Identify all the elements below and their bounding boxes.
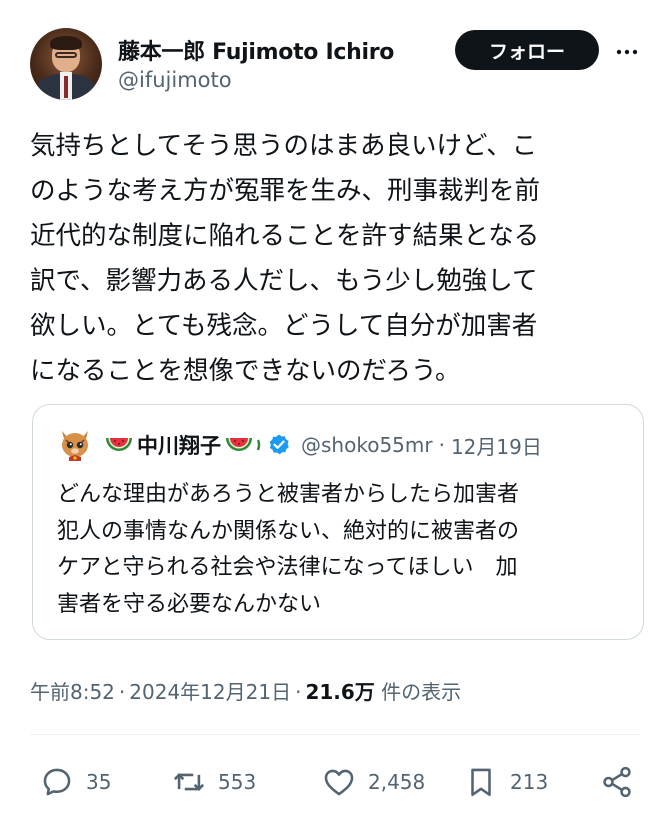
bookmark-button[interactable]: 213: [464, 760, 548, 804]
tweet-text-line: 訳で、影響力ある人だし、もう少し勉強して: [30, 266, 538, 296]
tweet-text-line: 欲しい。とても残念。どうして自分が加害者: [30, 311, 538, 341]
quoted-text-line: 犯人の事情なんか関係ない、絶対的に被害者の: [57, 518, 520, 544]
quoted-tweet[interactable]: 中川翔子 @shoko55mr · 12月19日 どんな理由があろうと被害者から…: [32, 404, 644, 640]
tweet-time[interactable]: 午前8:52: [30, 680, 115, 704]
tweet-text-line: 気持ちとしてそう思うのはまあ良いけど、こ: [30, 131, 538, 161]
quoted-tweet-text: どんな理由があろうと被害者からしたら加害者 犯人の事情なんか関係ない、絶対的に被…: [57, 477, 627, 623]
retweet-button[interactable]: 553: [172, 760, 256, 804]
verified-badge-icon: [269, 434, 289, 455]
bookmark-count: 213: [510, 770, 549, 794]
retweet-icon: [173, 773, 205, 791]
tweet-text: 気持ちとしてそう思うのはまあ良いけど、こ のような考え方が冤罪を生み、刑事裁判を…: [30, 124, 640, 394]
quoted-tweet-separator: ·: [438, 433, 445, 457]
quoted-text-line: ケアと守られる社会や法律になってほしい 加: [57, 555, 518, 580]
view-count: 21.6万: [305, 680, 375, 704]
tweet-text-line: 近代的な制度に陥れることを許す結果となる: [30, 221, 540, 251]
quoted-tweet-header: 中川翔子 @shoko55mr · 12月19日: [57, 427, 637, 463]
quoted-text-line: どんな理由があろうと被害者からしたら加害者: [57, 482, 520, 507]
like-count: 2,458: [368, 770, 426, 794]
tweet-date[interactable]: 2024年12月21日: [129, 680, 291, 704]
tweet-text-line: になることを想像できないのだろう。: [30, 356, 461, 386]
retweet-count: 553: [218, 770, 257, 794]
share-button[interactable]: [600, 760, 646, 804]
quoted-text-line: 害者を守る必要なんかない: [57, 591, 322, 617]
tweet-metadata: 午前8:52 · 2024年12月21日 · 21.6万 件の表示: [30, 680, 462, 704]
quoted-tweet-author[interactable]: 中川翔子 @shoko55mr · 12月19日: [105, 428, 542, 462]
emoji-fragment-icon: [256, 439, 261, 451]
follow-button[interactable]: フォロー: [455, 30, 599, 70]
quoted-author-handle[interactable]: @shoko55mr: [301, 433, 433, 457]
action-bar: 35 553 2,458 213: [40, 760, 640, 804]
like-button[interactable]: 2,458: [322, 760, 425, 804]
more-icon[interactable]: [615, 40, 639, 64]
user-avatar[interactable]: [30, 28, 102, 100]
cat-avatar-icon[interactable]: [57, 427, 93, 463]
reply-icon: [43, 768, 71, 796]
tweet-text-line: のような考え方が冤罪を生み、刑事裁判を前: [30, 176, 541, 206]
view-count-label: 件の表示: [381, 680, 462, 704]
tweet-header: 藤本一郎 Fujimoto Ichiro @ifujimoto フォロー: [30, 28, 640, 100]
reply-button[interactable]: 35: [40, 760, 111, 804]
quoted-tweet-date[interactable]: 12月19日: [451, 431, 542, 460]
reply-count: 35: [86, 770, 112, 794]
like-icon: [324, 769, 354, 796]
user-handle[interactable]: @ifujimoto: [118, 68, 232, 92]
watermelon-icon: [226, 438, 252, 451]
quoted-author-name[interactable]: 中川翔子: [137, 430, 221, 460]
watermelon-icon: [106, 438, 132, 451]
user-display-name[interactable]: 藤本一郎 Fujimoto Ichiro: [118, 34, 394, 66]
share-icon: [603, 766, 631, 798]
bookmark-icon: [471, 768, 491, 797]
divider: [30, 734, 640, 735]
